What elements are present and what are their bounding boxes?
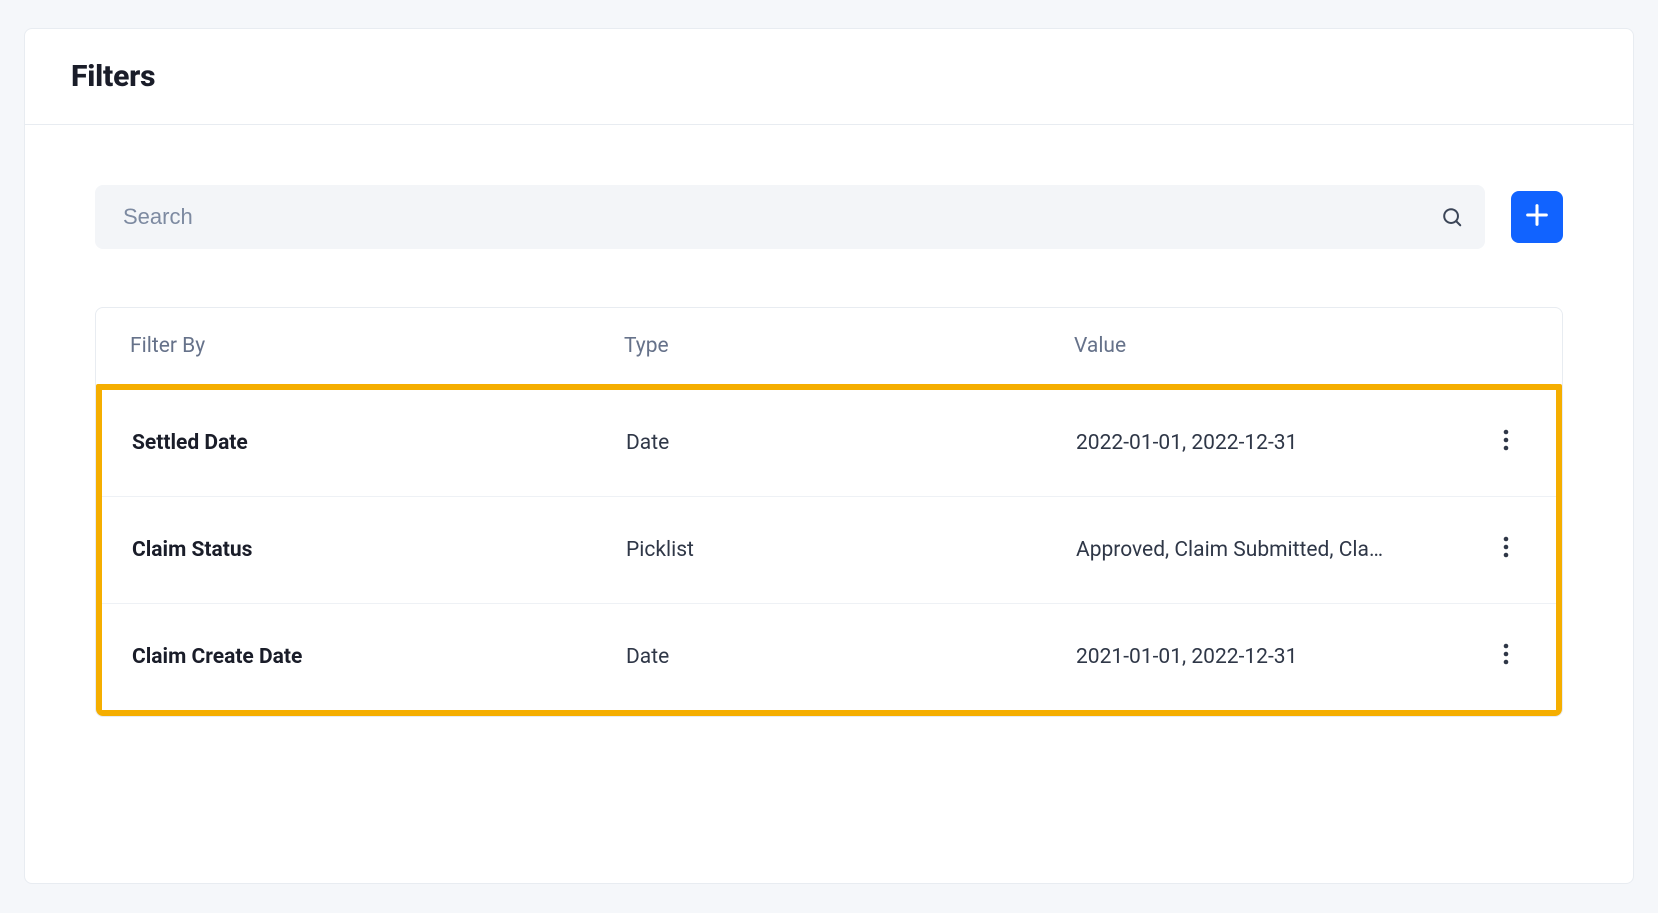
panel-header: Filters [25,29,1633,125]
filter-type: Date [626,645,1076,669]
kebab-icon [1503,429,1509,457]
filters-panel: Filters Filter By Type Value [24,28,1634,884]
column-header-value: Value [1074,334,1488,358]
filter-name: Claim Create Date [132,645,626,669]
kebab-icon [1503,536,1509,564]
page-title: Filters [71,59,1587,94]
search-icon [1441,206,1463,228]
column-header-type: Type [624,334,1074,358]
table-row[interactable]: Settled Date Date 2022-01-01, 2022-12-31 [102,390,1556,496]
filter-name: Settled Date [132,431,626,455]
add-filter-button[interactable] [1511,191,1563,243]
row-actions-button[interactable] [1496,535,1516,565]
table-row[interactable]: Claim Create Date Date 2021-01-01, 2022-… [102,603,1556,710]
row-actions-button[interactable] [1496,642,1516,672]
search-row [95,185,1563,249]
column-header-actions [1488,334,1528,358]
search-field-wrap[interactable] [95,185,1485,249]
table-header: Filter By Type Value [96,308,1562,384]
filter-type: Date [626,431,1076,455]
row-actions-button[interactable] [1496,428,1516,458]
table-row[interactable]: Claim Status Picklist Approved, Claim Su… [102,496,1556,603]
search-input[interactable] [123,204,1425,230]
plus-icon [1523,201,1551,233]
filter-name: Claim Status [132,538,626,562]
column-header-filter-by: Filter By [130,334,624,358]
filters-table: Filter By Type Value Settled Date Date 2… [95,307,1563,717]
kebab-icon [1503,643,1509,671]
filter-value: Approved, Claim Submitted, Claim Paid, C… [1076,538,1386,562]
filter-value: 2022-01-01, 2022-12-31 [1076,431,1297,455]
filter-type: Picklist [626,538,1076,562]
filter-value: 2021-01-01, 2022-12-31 [1076,645,1297,669]
panel-body: Filter By Type Value Settled Date Date 2… [25,125,1633,747]
table-body-highlighted: Settled Date Date 2022-01-01, 2022-12-31… [96,384,1562,716]
